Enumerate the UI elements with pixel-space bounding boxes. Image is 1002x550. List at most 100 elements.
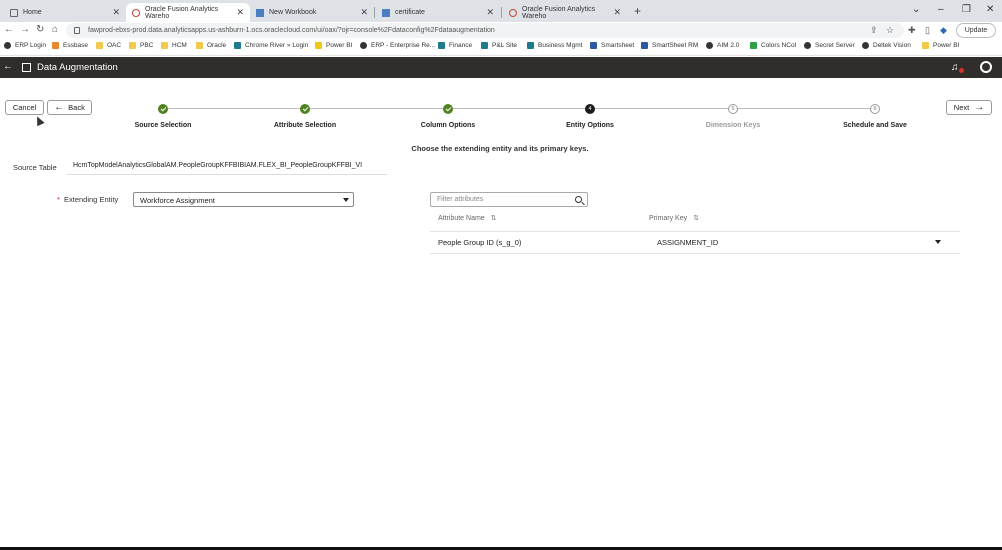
- bookmark-colors-ncol[interactable]: Colors NCol: [750, 42, 796, 49]
- tab-label: Home: [23, 9, 42, 16]
- back-button[interactable]: ← Back: [47, 100, 92, 115]
- checkmark-icon: [302, 105, 308, 112]
- primary-key-cell[interactable]: ASSIGNMENT_ID: [657, 238, 718, 247]
- close-icon[interactable]: ✕: [613, 7, 621, 18]
- bookmark-erp-login[interactable]: ERP Login: [4, 42, 46, 49]
- sidebar-icon[interactable]: ▯: [925, 25, 930, 36]
- step-label-entity-options[interactable]: Entity Options: [530, 122, 650, 129]
- back-label: Back: [68, 103, 85, 112]
- bookmark-label: Colors NCol: [761, 42, 797, 49]
- step-1-complete-icon[interactable]: [158, 104, 168, 114]
- table-divider: [430, 253, 960, 254]
- secret-server-icon: [804, 42, 811, 49]
- step-label-source-selection[interactable]: Source Selection: [103, 122, 223, 129]
- column-header-primary-key[interactable]: Primary Key ⇅: [649, 214, 699, 222]
- workbook-icon: [256, 8, 264, 17]
- bookmark-smartsheet[interactable]: Smartsheet: [590, 42, 634, 49]
- bookmark-hcm[interactable]: HCM: [161, 42, 187, 49]
- power-bi-icon: [315, 42, 322, 49]
- share-icon[interactable]: ⇪: [870, 25, 878, 36]
- tab-oracle-fusion-active[interactable]: Oracle Fusion Analytics Wareho ✕: [126, 3, 250, 22]
- step-6-pending-icon: 6: [870, 104, 880, 114]
- bookmark-smartsheet-rm[interactable]: SmartSheet RM: [641, 42, 698, 49]
- page-icon: [10, 8, 18, 17]
- bookmark-chrome-river[interactable]: Chrome River » Login: [234, 42, 308, 49]
- close-icon[interactable]: ✕: [236, 7, 244, 18]
- tab-oracle-fusion-2[interactable]: Oracle Fusion Analytics Wareho ✕: [503, 3, 627, 22]
- tab-new-workbook[interactable]: New Workbook ✕: [250, 3, 374, 22]
- tab-certificate[interactable]: certificate ✕: [376, 3, 500, 22]
- notifications-icon[interactable]: ♫: [951, 62, 959, 73]
- back-arrow-icon[interactable]: ←: [4, 24, 14, 35]
- step-3-complete-icon[interactable]: [443, 104, 453, 114]
- profile-shield-icon[interactable]: ◆: [940, 25, 947, 36]
- extensions-icon[interactable]: ✚: [908, 25, 916, 36]
- bookmark-aim[interactable]: AIM 2.0: [706, 42, 739, 49]
- bookmark-finance[interactable]: Finance: [438, 42, 472, 49]
- globe-icon: [360, 42, 367, 49]
- close-icon[interactable]: ✕: [486, 7, 494, 18]
- bookmark-secret-server[interactable]: Secret Server: [804, 42, 855, 49]
- back-arrow-icon[interactable]: ←: [3, 61, 13, 72]
- bookmark-pl-site[interactable]: P&L Site: [481, 42, 517, 49]
- bookmark-power-bi[interactable]: Power BI: [315, 42, 352, 49]
- new-tab-icon[interactable]: +: [634, 4, 641, 18]
- tab-divider: [374, 7, 375, 18]
- update-button[interactable]: Update: [956, 23, 996, 38]
- home-icon[interactable]: ⌂: [52, 24, 58, 35]
- star-icon[interactable]: ☆: [886, 25, 894, 36]
- column-header-attribute-name[interactable]: Attribute Name ⇅: [438, 214, 497, 222]
- bookmark-business-mgmt[interactable]: Business Mgmt: [527, 42, 582, 49]
- step-2-complete-icon[interactable]: [300, 104, 310, 114]
- user-avatar-icon[interactable]: [980, 61, 992, 73]
- forward-arrow-icon[interactable]: →: [20, 24, 30, 35]
- bookmark-oac[interactable]: OAC: [96, 42, 121, 49]
- bookmark-label: SmartSheet RM: [652, 42, 699, 49]
- next-label: Next: [953, 103, 970, 112]
- filter-attributes-input[interactable]: Filter attributes: [430, 192, 588, 207]
- bookmark-deltek-vision[interactable]: Deltek Vision: [862, 42, 911, 49]
- next-button[interactable]: Next →: [946, 100, 992, 115]
- checkmark-icon: [445, 105, 451, 112]
- cancel-button[interactable]: Cancel: [5, 100, 44, 115]
- bookmark-label: ERP Login: [15, 42, 46, 49]
- notification-badge: [959, 68, 964, 73]
- step-label-attribute-selection[interactable]: Attribute Selection: [245, 122, 365, 129]
- step-label-column-options[interactable]: Column Options: [388, 122, 508, 129]
- search-icon[interactable]: [575, 196, 582, 203]
- minimize-icon[interactable]: –: [938, 4, 944, 15]
- bookmark-label: Essbase: [63, 42, 88, 49]
- site-icon: [527, 42, 534, 49]
- close-icon[interactable]: ✕: [360, 7, 368, 18]
- extending-entity-select[interactable]: Workforce Assignment: [133, 192, 354, 207]
- bookmark-erp-enterprise[interactable]: ERP - Enterprise Re...: [360, 42, 435, 49]
- bookmark-label: Business Mgmt: [538, 42, 583, 49]
- bookmark-label: PBC: [140, 42, 154, 49]
- grid-icon: [52, 42, 59, 49]
- tab-search-icon[interactable]: ⌄: [912, 4, 920, 15]
- extending-entity-value: Workforce Assignment: [140, 196, 215, 205]
- sort-icon[interactable]: ⇅: [693, 215, 699, 222]
- folder-icon: [161, 42, 168, 49]
- restore-icon[interactable]: ❐: [962, 4, 971, 15]
- bookmark-oracle[interactable]: Oracle: [196, 42, 226, 49]
- address-bar[interactable]: fawprod-ebxs-prod.data.analyticsapps.us-…: [66, 23, 904, 38]
- step-4-current-icon[interactable]: 4: [585, 104, 595, 114]
- reload-icon[interactable]: ↻: [36, 24, 44, 35]
- bookmark-label: ERP - Enterprise Re...: [371, 42, 436, 49]
- close-icon[interactable]: ✕: [112, 7, 120, 18]
- tab-home[interactable]: Home ✕: [4, 3, 126, 22]
- arrow-left-icon: ←: [54, 102, 65, 113]
- tab-divider: [501, 7, 502, 18]
- chevron-down-icon[interactable]: [935, 240, 941, 244]
- lock-icon: [74, 27, 80, 34]
- bookmark-power-bi-folder[interactable]: Power BI: [922, 42, 959, 49]
- source-table-label: Source Table: [13, 163, 57, 172]
- bookmark-pbc[interactable]: PBC: [129, 42, 153, 49]
- step-label-schedule-and-save[interactable]: Schedule and Save: [815, 122, 935, 129]
- bookmark-essbase[interactable]: Essbase: [52, 42, 88, 49]
- window-close-icon[interactable]: ✕: [986, 4, 994, 15]
- sort-icon[interactable]: ⇅: [491, 215, 497, 222]
- globe-icon: [862, 42, 869, 49]
- folder-icon: [129, 42, 136, 49]
